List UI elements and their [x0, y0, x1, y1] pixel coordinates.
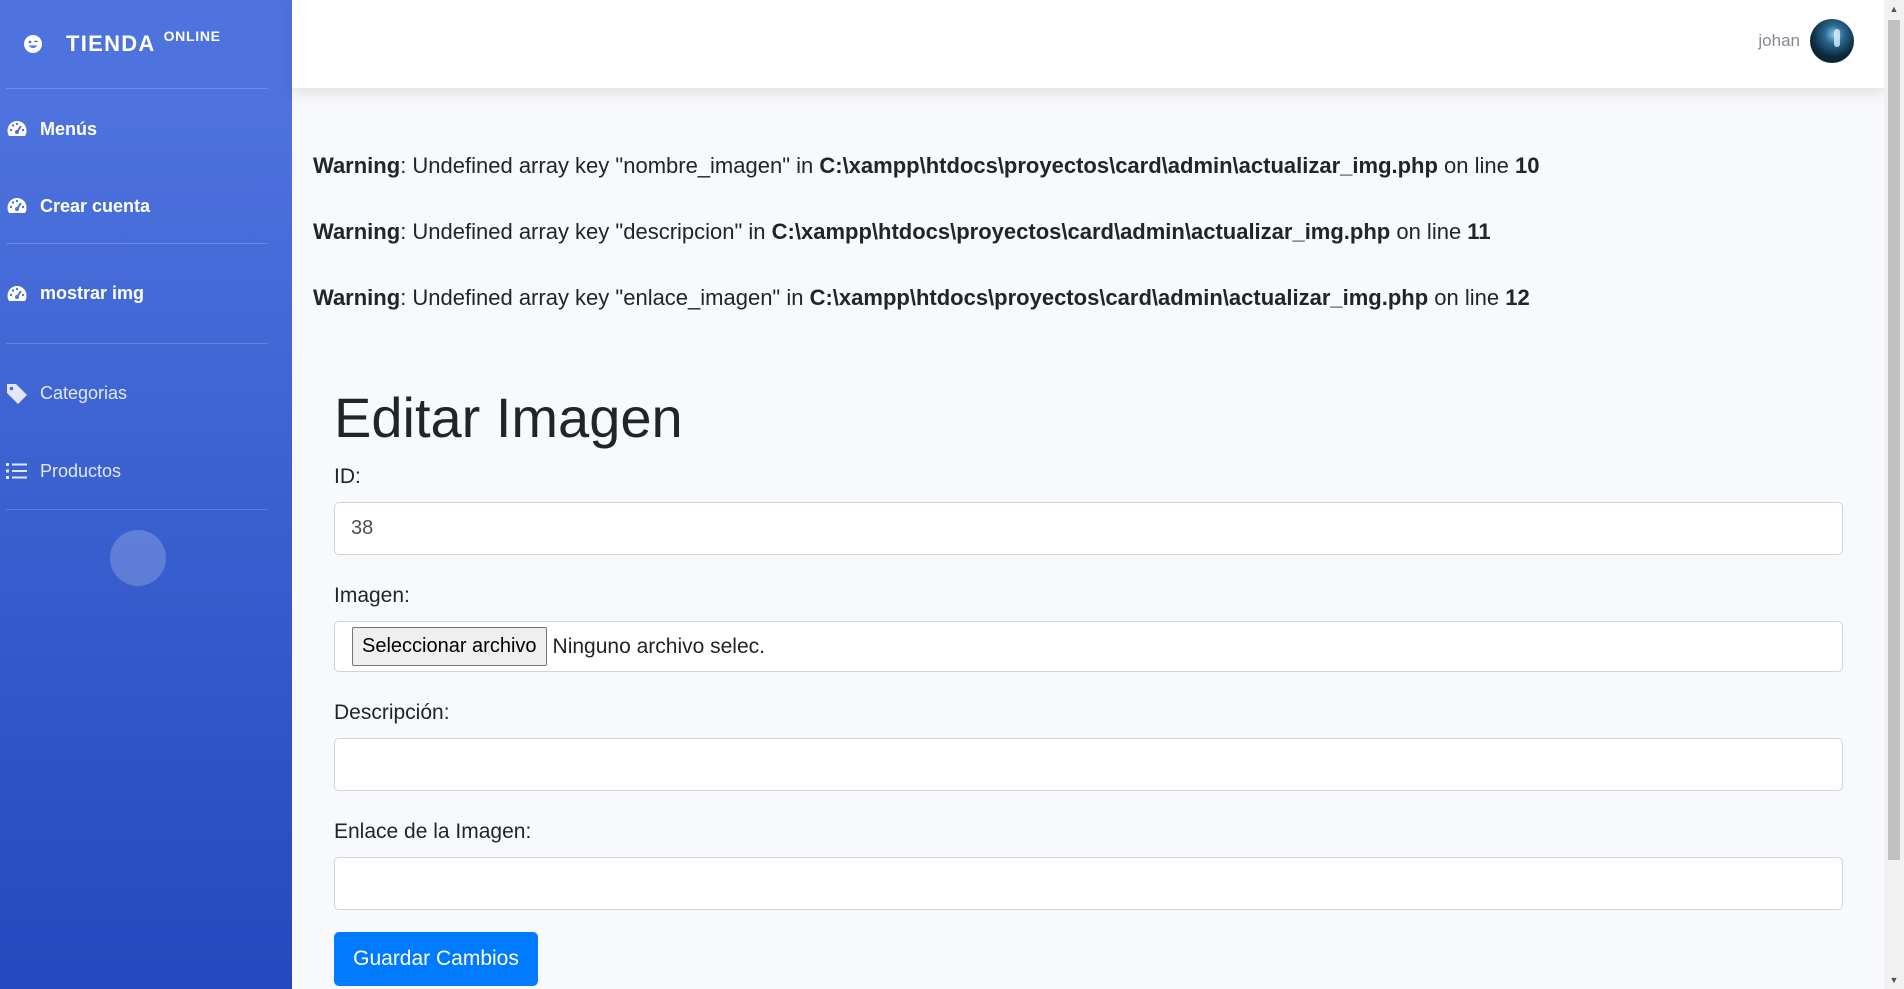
sidebar-item-label: mostrar img: [40, 283, 145, 303]
username: johan: [1758, 31, 1800, 50]
warning-level: Warning: [313, 153, 401, 178]
main-content: Warning: Undefined array key "nombre_ima…: [292, 88, 1884, 986]
warning-line-number: 10: [1515, 153, 1540, 178]
tachometer-icon: [6, 118, 34, 140]
php-warnings: Warning: Undefined array key "nombre_ima…: [292, 88, 1884, 312]
sidebar-item-label: Categorias: [40, 383, 128, 403]
tachometer-icon: [6, 283, 34, 305]
page-scrollbar[interactable]: ▲ ▼: [1884, 0, 1904, 989]
image-label: Imagen:: [334, 584, 410, 607]
image-link-field[interactable]: [334, 857, 1843, 910]
scrollbar-thumb[interactable]: [1888, 20, 1900, 860]
id-value: 38: [351, 517, 374, 539]
brand-sup: ONLINE: [163, 28, 221, 44]
scroll-up-icon[interactable]: ▲: [1884, 0, 1904, 18]
sidebar-item-crear-cuenta[interactable]: Crear cuenta: [0, 169, 292, 243]
warning-message: : Undefined array key "enlace_imagen" in: [400, 285, 810, 310]
warning-message: : Undefined array key "descripcion" in: [400, 219, 772, 244]
save-changes-button[interactable]: Guardar Cambios: [334, 932, 538, 986]
php-warning: Warning: Undefined array key "enlace_ima…: [313, 284, 1884, 312]
warning-on-line: on line: [1390, 219, 1468, 244]
id-label: ID:: [334, 465, 361, 488]
user-menu[interactable]: johan: [1758, 19, 1854, 63]
warning-level: Warning: [313, 219, 401, 244]
sidebar-item-categorias[interactable]: Categorias: [0, 344, 292, 443]
id-field[interactable]: 38: [334, 502, 1843, 555]
warning-level: Warning: [313, 285, 401, 310]
sidebar-toggle-button[interactable]: [110, 530, 166, 586]
sidebar-item-label: Crear cuenta: [40, 195, 151, 216]
sidebar-item-menus[interactable]: Menús: [0, 89, 292, 169]
warning-line-number: 11: [1467, 219, 1491, 244]
brand-name: TIENDA: [66, 31, 156, 56]
warning-line-number: 12: [1505, 285, 1530, 310]
list-icon: [6, 460, 34, 482]
warning-file: C:\xampp\htdocs\proyectos\card\admin\act…: [771, 219, 1391, 244]
sidebar: TIENDA ONLINE Menús Crear cuenta mostrar…: [0, 0, 292, 989]
php-warning: Warning: Undefined array key "nombre_ima…: [313, 152, 1884, 180]
brand[interactable]: TIENDA ONLINE: [0, 0, 292, 88]
image-file-input[interactable]: Seleccionar archivo Ninguno archivo sele…: [334, 621, 1843, 672]
warning-message: : Undefined array key "nombre_imagen" in: [400, 153, 820, 178]
sidebar-item-mostrar-img[interactable]: mostrar img: [0, 244, 292, 343]
edit-image-form: Editar Imagen ID: 38 Imagen: Seleccionar…: [334, 386, 1843, 986]
page-title: Editar Imagen: [334, 386, 683, 449]
choose-file-button[interactable]: Seleccionar archivo: [352, 627, 547, 666]
warning-on-line: on line: [1437, 153, 1515, 178]
sidebar-item-label: Menús: [40, 118, 98, 139]
description-field[interactable]: [334, 738, 1843, 791]
scroll-down-icon[interactable]: ▼: [1884, 971, 1904, 989]
warning-on-line: on line: [1428, 285, 1506, 310]
warning-file: C:\xampp\htdocs\proyectos\card\admin\act…: [819, 153, 1438, 178]
sidebar-item-productos[interactable]: Productos: [0, 443, 292, 499]
sidebar-divider: [6, 509, 268, 510]
warning-file: C:\xampp\htdocs\proyectos\card\admin\act…: [809, 285, 1429, 310]
file-status: Ninguno archivo selec.: [552, 634, 765, 658]
laugh-wink-icon: [20, 31, 46, 57]
topbar: johan: [292, 0, 1884, 88]
tag-icon: [6, 383, 34, 405]
description-label: Descripción:: [334, 701, 450, 724]
avatar[interactable]: [1810, 19, 1854, 63]
tachometer-icon: [6, 195, 34, 217]
sidebar-item-label: Productos: [40, 460, 122, 481]
php-warning: Warning: Undefined array key "descripcio…: [313, 218, 1884, 246]
image-link-label: Enlace de la Imagen:: [334, 820, 532, 843]
